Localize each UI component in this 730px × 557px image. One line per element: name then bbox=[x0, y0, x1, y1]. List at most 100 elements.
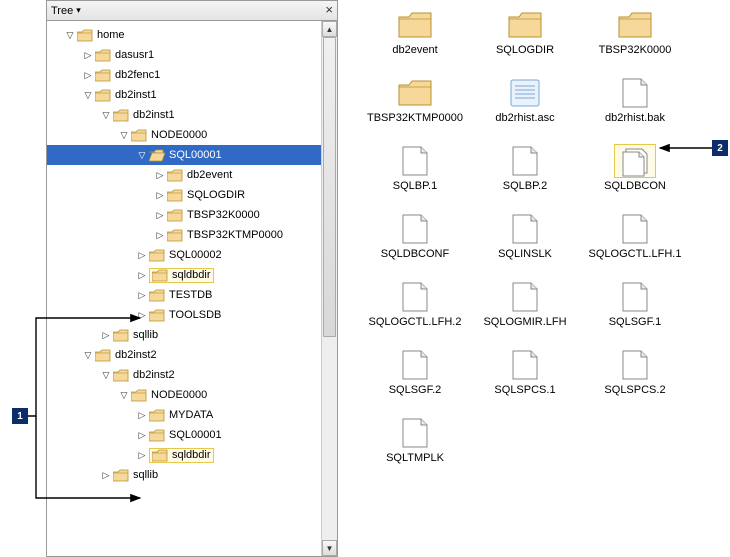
twisty-closed-icon[interactable]: ▷ bbox=[137, 310, 147, 321]
file-label: SQLSPCS.1 bbox=[494, 384, 555, 396]
tree-row[interactable]: ▽NODE0000 bbox=[47, 125, 321, 145]
scroll-track[interactable] bbox=[322, 37, 337, 540]
file-item[interactable]: TBSP32KTMP0000 bbox=[360, 76, 470, 134]
tree-row[interactable]: ▷TBSP32K0000 bbox=[47, 205, 321, 225]
highlighted-tree-item[interactable]: sqldbdir bbox=[149, 448, 214, 463]
file-item[interactable]: db2event bbox=[360, 8, 470, 66]
folder-icon bbox=[394, 8, 436, 42]
tree-row[interactable]: ▽home bbox=[47, 25, 321, 45]
twisty-closed-icon[interactable]: ▷ bbox=[155, 190, 165, 201]
scroll-thumb[interactable] bbox=[323, 37, 336, 337]
twisty-closed-icon[interactable]: ▷ bbox=[137, 290, 147, 301]
file-label: SQLOGMIR.LFH bbox=[483, 316, 566, 328]
tree-item-label: TOOLSDB bbox=[169, 309, 221, 321]
tree-row[interactable]: ▷TBSP32KTMP0000 bbox=[47, 225, 321, 245]
twisty-open-icon[interactable]: ▽ bbox=[83, 90, 93, 101]
folder-icon bbox=[167, 209, 183, 222]
file-label: SQLOGCTL.LFH.2 bbox=[369, 316, 462, 328]
tree-row[interactable]: ▷SQL00001 bbox=[47, 425, 321, 445]
scrollbar[interactable]: ▲ ▼ bbox=[321, 21, 337, 556]
file-item[interactable]: SQLOGMIR.LFH bbox=[470, 280, 580, 338]
file-item[interactable]: SQLSGF.2 bbox=[360, 348, 470, 406]
twisty-closed-icon[interactable]: ▷ bbox=[101, 330, 111, 341]
twisty-closed-icon[interactable]: ▷ bbox=[137, 410, 147, 421]
file-item[interactable]: SQLOGCTL.LFH.1 bbox=[580, 212, 690, 270]
scroll-down-button[interactable]: ▼ bbox=[322, 540, 337, 556]
file-item[interactable]: SQLBP.2 bbox=[470, 144, 580, 202]
tree-row[interactable]: ▷MYDATA bbox=[47, 405, 321, 425]
tree-row[interactable]: ▷sqldbdir bbox=[47, 265, 321, 285]
tree-row[interactable]: ▷ TESTDB bbox=[47, 285, 321, 305]
file-icon bbox=[394, 280, 436, 314]
scroll-up-button[interactable]: ▲ bbox=[322, 21, 337, 37]
twisty-closed-icon[interactable]: ▷ bbox=[83, 50, 93, 61]
file-label: SQLBP.2 bbox=[503, 180, 547, 192]
file-item[interactable]: SQLBP.1 bbox=[360, 144, 470, 202]
twisty-open-icon[interactable]: ▽ bbox=[65, 30, 75, 41]
tree-row[interactable]: ▷sqldbdir bbox=[47, 445, 321, 465]
file-stack-icon bbox=[614, 144, 656, 178]
close-icon[interactable]: × bbox=[325, 2, 333, 17]
tree-row[interactable]: ▷db2event bbox=[47, 165, 321, 185]
file-item[interactable]: db2rhist.bak bbox=[580, 76, 690, 134]
file-item[interactable]: SQLTMPLK bbox=[360, 416, 470, 474]
file-icon bbox=[504, 144, 546, 178]
folder-icon bbox=[149, 409, 165, 422]
twisty-open-icon[interactable]: ▽ bbox=[137, 150, 147, 161]
tree-row[interactable]: ▷ TOOLSDB bbox=[47, 305, 321, 325]
tree-title[interactable]: Tree ▾ bbox=[51, 5, 81, 17]
twisty-open-icon[interactable]: ▽ bbox=[101, 370, 111, 381]
file-item[interactable]: SQLOGDIR bbox=[470, 8, 580, 66]
twisty-closed-icon[interactable]: ▷ bbox=[137, 250, 147, 261]
tree-row[interactable]: ▷dasusr1 bbox=[47, 45, 321, 65]
tree-row[interactable]: ▽db2inst2 bbox=[47, 345, 321, 365]
file-icon bbox=[504, 212, 546, 246]
file-item[interactable]: SQLDBCON bbox=[580, 144, 690, 202]
folder-icon bbox=[95, 89, 111, 102]
tree-item-label: TESTDB bbox=[169, 289, 212, 301]
twisty-closed-icon[interactable]: ▷ bbox=[155, 230, 165, 241]
twisty-closed-icon[interactable]: ▷ bbox=[137, 270, 147, 281]
file-label: SQLSPCS.2 bbox=[604, 384, 665, 396]
twisty-closed-icon[interactable]: ▷ bbox=[83, 70, 93, 81]
file-item[interactable]: db2rhist.asc bbox=[470, 76, 580, 134]
twisty-closed-icon[interactable]: ▷ bbox=[137, 430, 147, 441]
tree-item-label: SQLOGDIR bbox=[187, 189, 245, 201]
folder-icon bbox=[95, 349, 111, 362]
tree-row[interactable]: ▽db2inst1 bbox=[47, 105, 321, 125]
tree-row[interactable]: ▽ db2inst1 bbox=[47, 85, 321, 105]
twisty-open-icon[interactable]: ▽ bbox=[119, 130, 129, 141]
file-item[interactable]: SQLDBCONF bbox=[360, 212, 470, 270]
twisty-closed-icon[interactable]: ▷ bbox=[137, 450, 147, 461]
file-icon bbox=[614, 212, 656, 246]
file-icon bbox=[394, 348, 436, 382]
file-item[interactable]: SQLINSLK bbox=[470, 212, 580, 270]
file-label: TBSP32K0000 bbox=[599, 44, 672, 56]
twisty-closed-icon[interactable]: ▷ bbox=[155, 210, 165, 221]
tree-row[interactable]: ▷db2fenc1 bbox=[47, 65, 321, 85]
file-item[interactable]: TBSP32K0000 bbox=[580, 8, 690, 66]
tree-row[interactable]: ▷sqllib bbox=[47, 325, 321, 345]
folder-icon bbox=[113, 469, 129, 482]
tree-item-label: NODE0000 bbox=[151, 389, 207, 401]
twisty-closed-icon[interactable]: ▷ bbox=[101, 470, 111, 481]
tree-row[interactable]: ▷ SQLOGDIR bbox=[47, 185, 321, 205]
twisty-closed-icon[interactable]: ▷ bbox=[155, 170, 165, 181]
twisty-open-icon[interactable]: ▽ bbox=[119, 390, 129, 401]
tree-row[interactable]: ▽db2inst2 bbox=[47, 365, 321, 385]
twisty-open-icon[interactable]: ▽ bbox=[83, 350, 93, 361]
highlighted-tree-item[interactable]: sqldbdir bbox=[149, 268, 214, 283]
file-item[interactable]: SQLSPCS.2 bbox=[580, 348, 690, 406]
file-label: TBSP32KTMP0000 bbox=[367, 112, 463, 124]
tree-row[interactable]: ▷sqllib bbox=[47, 465, 321, 485]
tree-row[interactable]: ▽ NODE0000 bbox=[47, 385, 321, 405]
tree-row[interactable]: ▷SQL00002 bbox=[47, 245, 321, 265]
tree-item-label: db2inst1 bbox=[115, 89, 157, 101]
twisty-open-icon[interactable]: ▽ bbox=[101, 110, 111, 121]
file-item[interactable]: SQLSGF.1 bbox=[580, 280, 690, 338]
folder-icon bbox=[113, 369, 129, 382]
file-item[interactable]: SQLOGCTL.LFH.2 bbox=[360, 280, 470, 338]
file-item[interactable]: SQLSPCS.1 bbox=[470, 348, 580, 406]
tree-row[interactable]: ▽SQL00001 bbox=[47, 145, 321, 165]
folder-icon bbox=[131, 389, 147, 402]
